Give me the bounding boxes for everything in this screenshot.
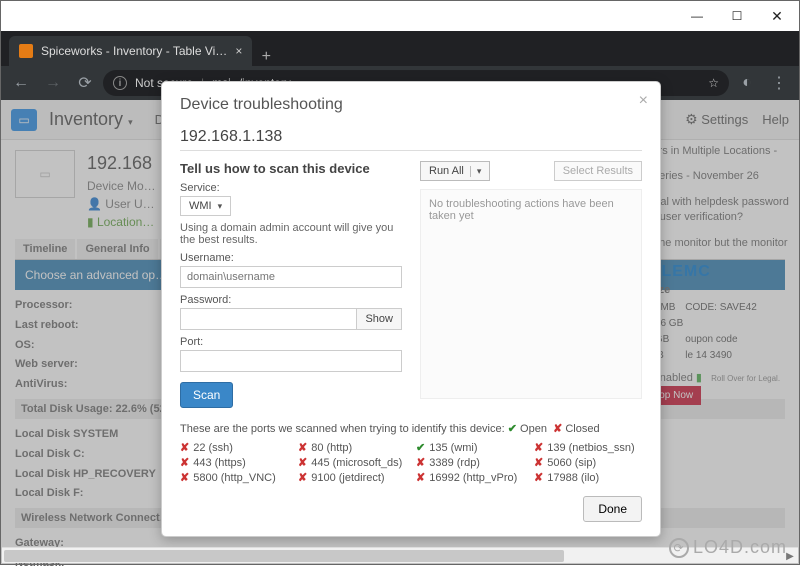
window-maximize-button[interactable]: ☐ (717, 2, 757, 30)
port-entry: ✘139 (netbios_ssn) (534, 441, 642, 454)
closed-icon: ✘ (180, 456, 189, 469)
tab-close-icon[interactable]: × (235, 44, 242, 58)
port-entry: ✘445 (microsoft_ds) (298, 456, 406, 469)
new-tab-button[interactable]: + (252, 48, 280, 66)
port-entry: ✘17988 (ilo) (534, 471, 642, 484)
username-label: Username: (180, 252, 402, 264)
chevron-down-icon: ▾ (470, 166, 482, 177)
browser-tab[interactable]: Spiceworks - Inventory - Table Vi… × (9, 36, 252, 66)
service-select[interactable]: WMI▾ (180, 196, 231, 216)
closed-legend-icon: ✘ (553, 423, 562, 435)
window-minimize-button[interactable]: — (677, 2, 717, 30)
favicon-icon (19, 44, 33, 58)
scrollbar-thumb[interactable] (4, 550, 564, 562)
open-legend-icon: ✔ (508, 423, 517, 435)
scan-heading: Tell us how to scan this device (180, 161, 402, 176)
window-close-button[interactable]: ✕ (757, 2, 797, 30)
ports-caption: These are the ports we scanned when tryi… (180, 422, 642, 435)
run-all-button[interactable]: Run All ▾ (420, 161, 490, 181)
port-entry: ✔135 (wmi) (416, 441, 524, 454)
port-entry: ✘3389 (rdp) (416, 456, 524, 469)
chevron-down-icon: ▾ (218, 201, 223, 212)
app-window: — ☐ ✕ Spiceworks - Inventory - Table Vi…… (0, 0, 800, 565)
closed-icon: ✘ (298, 441, 307, 454)
closed-icon: ✘ (416, 456, 425, 469)
back-button[interactable]: ← (7, 69, 35, 97)
modal-title: Device troubleshooting (180, 96, 642, 114)
closed-icon: ✘ (298, 456, 307, 469)
tab-title: Spiceworks - Inventory - Table Vi… (41, 44, 227, 58)
port-entry: ✘16992 (http_vPro) (416, 471, 524, 484)
scan-button[interactable]: Scan (180, 382, 233, 408)
troubleshoot-modal: × Device troubleshooting 192.168.1.138 T… (161, 81, 661, 537)
service-label: Service: (180, 182, 402, 194)
port-entry: ✘443 (https) (180, 456, 288, 469)
modal-ip: 192.168.1.138 (180, 124, 642, 151)
port-entry: ✘22 (ssh) (180, 441, 288, 454)
password-label: Password: (180, 294, 402, 306)
browser-menu-icon[interactable]: ⋮ (765, 69, 793, 97)
ports-grid: ✘22 (ssh) ✘80 (http) ✔135 (wmi) ✘139 (netbi… (180, 441, 642, 484)
browser-tabstrip: Spiceworks - Inventory - Table Vi… × + (1, 31, 799, 66)
closed-icon: ✘ (534, 456, 543, 469)
window-titlebar: — ☐ ✕ (1, 1, 799, 31)
bookmark-star-icon[interactable]: ☆ (708, 76, 719, 90)
closed-icon: ✘ (534, 441, 543, 454)
open-icon: ✔ (416, 441, 425, 454)
closed-icon: ✘ (416, 471, 425, 484)
password-input[interactable] (180, 308, 357, 330)
watermark-icon: ⟳ (669, 538, 689, 558)
modal-close-button[interactable]: × (639, 92, 648, 110)
port-input[interactable] (180, 350, 402, 372)
port-entry: ✘9100 (jetdirect) (298, 471, 406, 484)
done-button[interactable]: Done (583, 496, 642, 522)
results-panel: No troubleshooting actions have been tak… (420, 189, 642, 399)
username-input[interactable] (180, 266, 402, 288)
closed-icon: ✘ (180, 441, 189, 454)
port-entry: ✘5800 (http_VNC) (180, 471, 288, 484)
forward-button[interactable]: → (39, 69, 67, 97)
show-password-button[interactable]: Show (357, 308, 402, 330)
port-entry: ✘80 (http) (298, 441, 406, 454)
closed-icon: ✘ (534, 471, 543, 484)
port-label: Port: (180, 336, 402, 348)
reload-button[interactable]: ⟳ (71, 69, 99, 97)
site-info-icon[interactable]: i (113, 76, 127, 90)
closed-icon: ✘ (180, 471, 189, 484)
port-entry: ✘5060 (sip) (534, 456, 642, 469)
profile-icon[interactable]: ◐ (733, 69, 761, 97)
closed-icon: ✘ (298, 471, 307, 484)
select-results-button[interactable]: Select Results (554, 161, 642, 181)
watermark: ⟳ LO4D.com (669, 537, 787, 558)
admin-hint: Using a domain admin account will give y… (180, 222, 402, 246)
